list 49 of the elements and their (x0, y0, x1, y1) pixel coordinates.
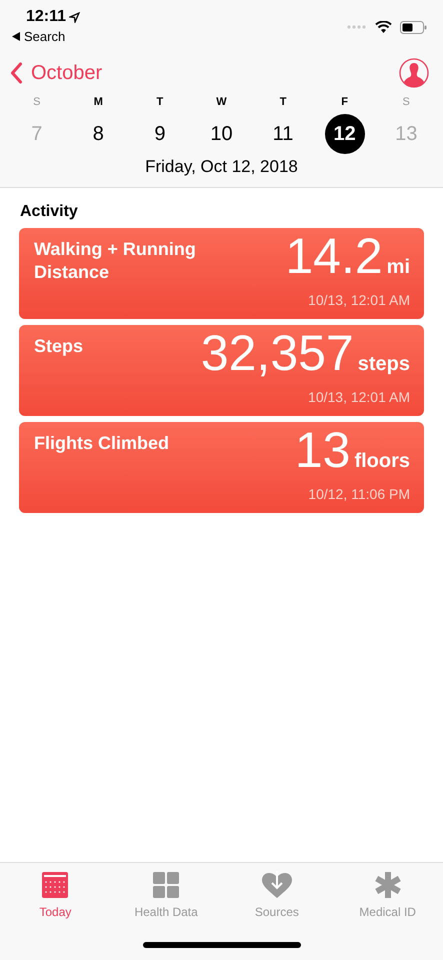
heart-download-icon (260, 871, 293, 899)
day-button[interactable]: 11 (263, 114, 304, 154)
weekday-label: W (216, 96, 227, 108)
card-unit: floors (354, 449, 410, 474)
card-title: Flights Climbed (34, 432, 170, 455)
wifi-icon (375, 20, 392, 34)
card-unit: mi (386, 255, 410, 280)
grid-icon (152, 871, 180, 899)
profile-icon[interactable] (399, 58, 429, 88)
weekday-label: T (280, 96, 286, 108)
day-button[interactable]: 9 (140, 114, 180, 154)
card-unit: steps (358, 352, 410, 377)
asterisk-icon (374, 871, 402, 899)
tab[interactable]: Today (0, 863, 111, 919)
weekday-label: F (341, 96, 348, 108)
weekday-label: S (33, 96, 40, 108)
status-time: 12:11 (26, 8, 66, 26)
card-value: 14.2 (285, 233, 383, 279)
weekday-label: M (94, 96, 103, 108)
location-arrow-icon (69, 12, 80, 22)
tab[interactable]: Medical ID (332, 863, 443, 919)
tab[interactable]: Health Data (110, 863, 222, 919)
day-button[interactable]: 12 (324, 114, 365, 154)
back-to-search-link[interactable]: Search (12, 29, 66, 44)
weekday-label: T (156, 96, 164, 108)
activity-card[interactable]: Walking + Running Distance 14.2 mi 10/13, 12:01 AM (19, 228, 424, 319)
day-button[interactable]: 8 (78, 114, 118, 154)
activity-card[interactable]: Steps 32,357 steps 10/13, 12:01 AM (19, 325, 424, 416)
chevron-left-icon (10, 62, 23, 84)
day-button[interactable]: 13 (386, 114, 426, 154)
card-timestamp: 10/13, 12:01 AM (308, 292, 410, 308)
card-value: 32,357 (200, 330, 354, 376)
day-button[interactable]: 7 (16, 114, 57, 154)
card-value: 13 (294, 427, 350, 473)
activity-card[interactable]: Flights Climbed 13 floors 10/12, 11:06 PM (19, 422, 424, 513)
section-title: Activity (20, 203, 79, 221)
selected-date: Friday, Oct 12, 2018 (144, 156, 299, 178)
card-timestamp: 10/13, 12:01 AM (308, 389, 410, 405)
calendar-icon (41, 871, 70, 899)
signal-icon (347, 24, 367, 30)
battery-icon (400, 20, 427, 34)
back-triangle-icon (12, 32, 20, 41)
weekday-label: S (402, 96, 410, 108)
card-title: Steps (34, 335, 84, 358)
back-button[interactable]: October (10, 62, 102, 84)
card-timestamp: 10/12, 11:06 PM (308, 486, 410, 502)
tab[interactable]: Sources (222, 863, 332, 919)
day-button[interactable]: 10 (201, 114, 242, 154)
card-title: Walking + Running Distance (34, 238, 197, 284)
